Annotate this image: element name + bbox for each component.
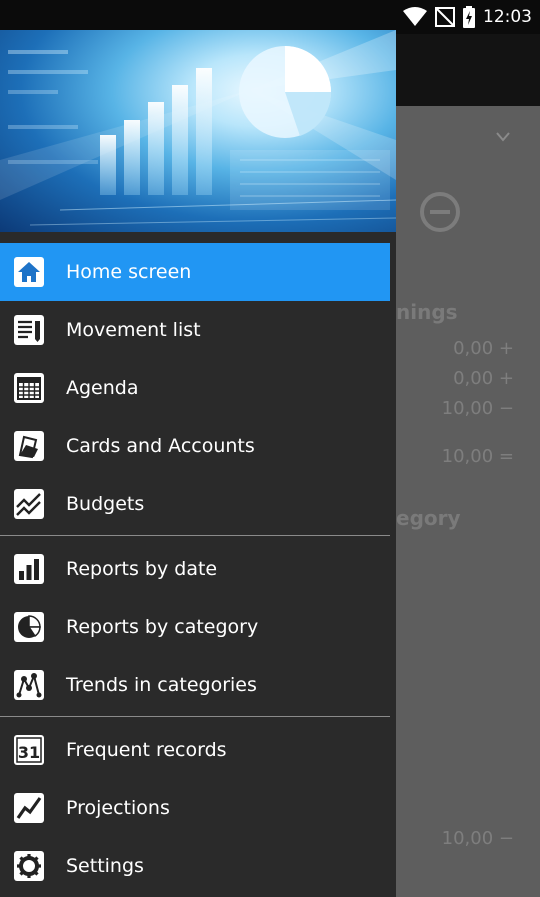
- menu-item-movement-list[interactable]: Movement list: [0, 301, 390, 359]
- calendar-icon: [14, 373, 44, 403]
- navigation-drawer: Home screen Movement list Agenda Cards a…: [0, 30, 396, 897]
- chevron-down-icon: [496, 130, 510, 146]
- menu-divider: [0, 716, 390, 717]
- menu-item-label: Movement list: [66, 319, 201, 341]
- menu-item-label: Cards and Accounts: [66, 435, 255, 457]
- background-heading: egory: [396, 506, 461, 530]
- wallet-icon: [418, 190, 462, 234]
- menu-item-label: Budgets: [66, 493, 145, 515]
- projection-icon: [14, 793, 44, 823]
- home-icon: [14, 257, 44, 287]
- menu-divider: [0, 535, 390, 536]
- background-value: 0,00 +: [453, 338, 514, 359]
- menu-item-label: Agenda: [66, 377, 139, 399]
- menu-item-label: Frequent records: [66, 739, 227, 761]
- menu-item-label: Projections: [66, 797, 170, 819]
- background-value: 10,00 =: [441, 446, 514, 467]
- menu-item-budgets[interactable]: Budgets: [0, 475, 390, 533]
- menu-item-settings[interactable]: Settings: [0, 837, 390, 895]
- menu-item-cards-and-accounts[interactable]: Cards and Accounts: [0, 417, 390, 475]
- background-value: 10,00 −: [441, 398, 514, 419]
- menu-item-frequent-records[interactable]: 31 Frequent records: [0, 721, 390, 779]
- trends-icon: [14, 670, 44, 700]
- calendar-31-icon: 31: [14, 735, 44, 765]
- menu-item-agenda[interactable]: Agenda: [0, 359, 390, 417]
- menu-item-label: Settings: [66, 855, 144, 877]
- budget-chart-icon: [14, 489, 44, 519]
- battery-icon: [463, 6, 475, 28]
- no-signal-icon: [435, 7, 455, 27]
- menu-item-home-screen[interactable]: Home screen: [0, 243, 390, 301]
- cards-icon: [14, 431, 44, 461]
- menu-item-trends-in-categories[interactable]: Trends in categories: [0, 656, 390, 714]
- svg-text:31: 31: [18, 743, 40, 762]
- menu-item-label: Trends in categories: [66, 674, 257, 696]
- bar-chart-icon: [14, 554, 44, 584]
- status-time: 12:03: [483, 7, 532, 27]
- status-bar: 12:03: [0, 0, 540, 34]
- menu-item-label: Reports by date: [66, 558, 218, 580]
- wifi-icon: [403, 7, 427, 27]
- menu-item-projections[interactable]: Projections: [0, 779, 390, 837]
- background-value: 10,00 −: [441, 828, 514, 849]
- menu-item-label: Reports by category: [66, 616, 259, 638]
- background-heading: nings: [396, 300, 458, 324]
- status-icons: 12:03: [403, 4, 532, 30]
- menu-item-reports-by-category[interactable]: Reports by category: [0, 598, 390, 656]
- pie-chart-icon: [14, 612, 44, 642]
- list-icon: [14, 315, 44, 345]
- settings-icon: [14, 851, 44, 881]
- menu-item-label: Home screen: [66, 261, 192, 283]
- background-value: 0,00 +: [453, 368, 514, 389]
- menu-item-reports-by-date[interactable]: Reports by date: [0, 540, 390, 598]
- drawer-header-image: [0, 30, 396, 232]
